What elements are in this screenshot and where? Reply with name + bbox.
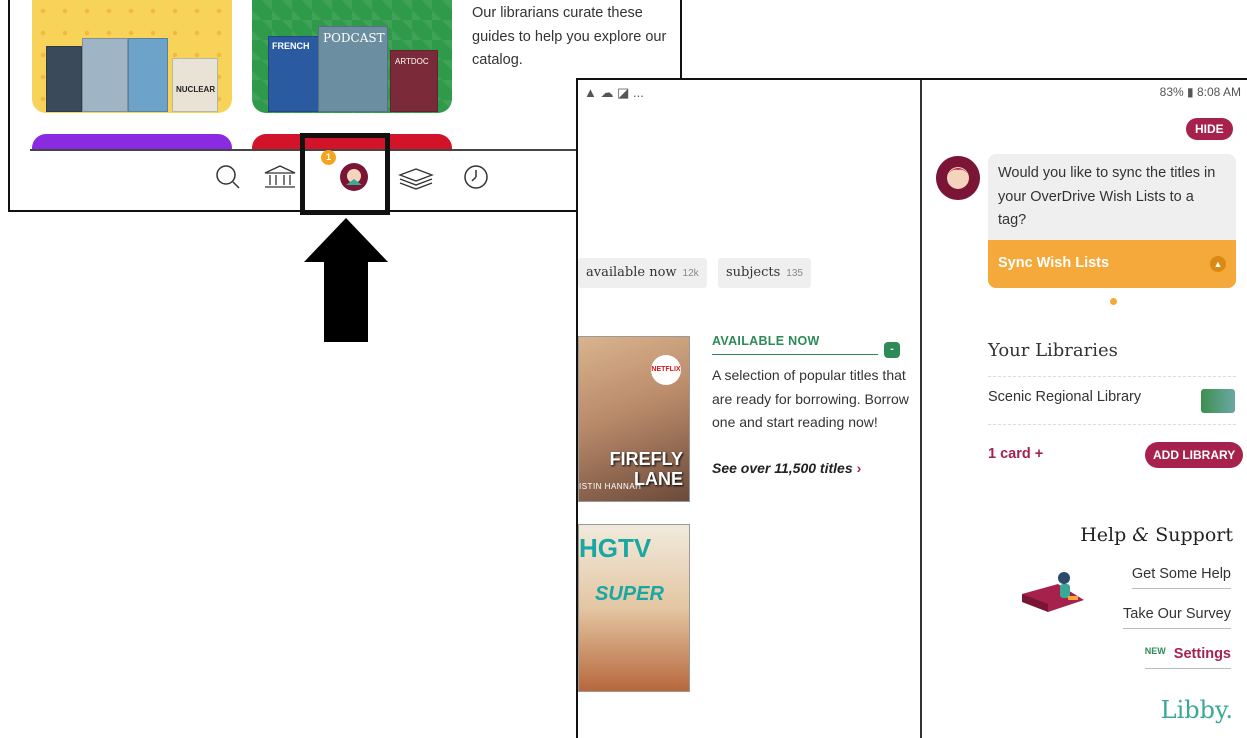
guides-description: Our librarians curate these guides to he… (472, 5, 667, 68)
your-libraries-heading: Your Libraries (988, 340, 1118, 361)
sync-wish-lists-button[interactable]: Sync Wish Lists ▲ (988, 240, 1236, 288)
card-count-link[interactable]: 1 card + (988, 446, 1043, 462)
help-support-heading: Help & Support (1080, 524, 1233, 546)
search-icon[interactable] (214, 163, 242, 191)
heading-text: Support (1149, 524, 1233, 546)
status-battery-time: 83% ▮ 8:08 AM (1159, 85, 1241, 99)
link-label: Settings (1173, 646, 1231, 662)
heading-ampersand: & (1132, 524, 1150, 546)
books-icon[interactable] (396, 163, 436, 191)
library-card-icon[interactable] (1201, 389, 1235, 413)
book-cover (128, 38, 168, 112)
sync-prompt-bubble: Would you like to sync the titles in you… (988, 154, 1236, 240)
heading-text: Help (1080, 524, 1133, 546)
netflix-badge: NETFLIX (651, 355, 681, 385)
chip-subjects[interactable]: subjects 135 (718, 258, 811, 288)
guide-tile-yellow[interactable]: NUCLEAR (32, 0, 232, 113)
divider (988, 376, 1236, 377)
collapse-badge[interactable]: - (884, 342, 900, 358)
cover-title: HGTV (579, 533, 652, 563)
book-cover-artdoc: ARTDOC (390, 50, 438, 112)
divider (988, 424, 1236, 425)
add-library-button[interactable]: ADD LIBRARY (1145, 442, 1244, 468)
chip-label: subjects (726, 265, 781, 280)
available-now-heading[interactable]: AVAILABLE NOW (712, 334, 820, 348)
libby-logo: Libby. (1160, 696, 1233, 724)
chip-count: 12k (682, 268, 699, 279)
chip-available-now[interactable]: available now 12k (578, 258, 707, 288)
caret-up-icon: ▲ (1210, 256, 1226, 272)
book-cover (82, 38, 128, 112)
settings-link[interactable]: NEW Settings (1144, 646, 1231, 669)
available-now-description: A selection of popular titles that are r… (712, 367, 909, 430)
cover-title: ARTDOC (395, 57, 429, 66)
hide-button[interactable]: HIDE (1186, 118, 1233, 140)
magazine-cover-hgtv[interactable]: HGTV SUPER (578, 524, 690, 692)
cover-title: PODCAST (323, 31, 385, 45)
chip-count: 135 (786, 268, 803, 279)
cover-author: ISTIN HANNAH (579, 482, 642, 491)
chip-label: available now (586, 265, 677, 280)
status-icons: ▲ ☁ ◪ ... (584, 85, 644, 100)
book-cover-firefly-lane[interactable]: NETFLIX FIREFLY LANE ISTIN HANNAH (578, 336, 690, 502)
book-cover-podcast: PODCAST (318, 26, 388, 112)
link-label: See over 11,500 titles (712, 460, 853, 476)
pager-dot (1110, 298, 1117, 305)
get-some-help-link[interactable]: Get Some Help (1131, 566, 1231, 589)
libby-avatar (936, 156, 980, 200)
see-all-titles-link[interactable]: See over 11,500 titles › (712, 460, 861, 476)
heading-underline (712, 354, 878, 355)
cover-subtitle: SUPER (595, 583, 664, 605)
book-cover-nuclear: NUCLEAR (172, 58, 218, 112)
new-badge: NEW (1144, 646, 1166, 656)
cover-title-line1: FIREFLY (609, 449, 683, 469)
screenshot-libby-tablet: ▲ ☁ ◪ ... 83% ▮ 8:08 AM available now 12k… (576, 78, 1247, 738)
book-cover-french: FRENCH (268, 36, 322, 112)
cover-title: NUCLEAR (176, 85, 216, 94)
library-name[interactable]: Scenic Regional Library (988, 389, 1141, 405)
highlight-box (300, 133, 390, 215)
reading-person-illustration (1022, 572, 1084, 612)
library-icon[interactable] (262, 163, 298, 191)
panel-divider (920, 80, 922, 738)
up-arrow-icon (304, 218, 388, 342)
chevron-right-icon: › (856, 460, 862, 476)
cover-title: FRENCH (272, 41, 310, 51)
take-survey-link[interactable]: Take Our Survey (1123, 606, 1231, 629)
button-label: Sync Wish Lists (998, 255, 1110, 271)
book-cover (46, 46, 82, 112)
guide-tile-green[interactable]: FRENCH PODCAST ARTDOC (252, 0, 452, 113)
clock-icon[interactable] (462, 163, 490, 191)
